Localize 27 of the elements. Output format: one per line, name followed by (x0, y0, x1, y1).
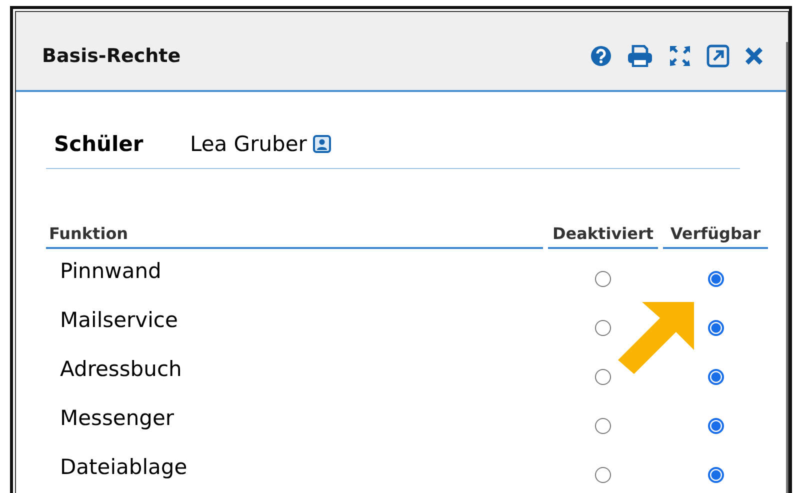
function-label: Adressbuch (59, 356, 183, 383)
window-title: Basis-Rechte (42, 45, 181, 67)
function-label: Mailservice (59, 307, 179, 334)
fullscreen-icon[interactable] (668, 44, 692, 68)
radio-button[interactable] (595, 368, 611, 384)
external-link-icon[interactable] (706, 44, 730, 68)
column-header: Deaktiviert (548, 224, 658, 249)
radio-button[interactable] (595, 466, 611, 482)
person-name: Lea Gruber (190, 132, 307, 156)
column-header: Funktion (46, 224, 543, 249)
radio-button[interactable] (595, 270, 611, 286)
radio-button[interactable] (595, 418, 611, 434)
function-label: Dateiablage (59, 454, 188, 481)
function-label: Messenger (59, 405, 176, 432)
print-icon[interactable] (626, 45, 654, 67)
radio-button[interactable] (708, 368, 724, 384)
help-icon[interactable] (590, 45, 612, 67)
column-header: Verfügbar (663, 224, 768, 249)
person-label: Schüler (54, 132, 144, 156)
radio-button[interactable] (708, 270, 724, 286)
close-icon[interactable] (744, 46, 764, 66)
radio-button[interactable] (595, 320, 611, 336)
radio-button[interactable] (708, 320, 724, 336)
radio-button[interactable] (708, 466, 724, 482)
function-label: Pinnwand (59, 258, 162, 285)
radio-button[interactable] (708, 418, 724, 434)
contact-card-icon[interactable] (312, 135, 331, 153)
